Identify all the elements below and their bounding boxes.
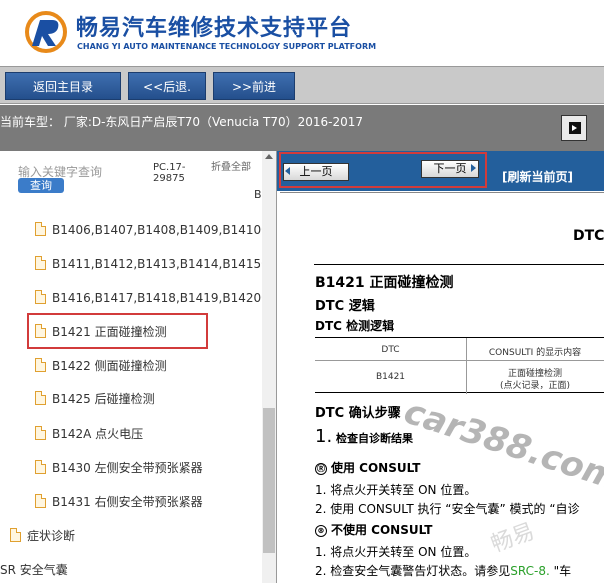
file-icon (35, 222, 46, 236)
tree-folder-label: 症状诊断 (27, 528, 76, 543)
instruction-line: 1. 将点火开关转至 ON 位置。 (315, 545, 477, 559)
tree-item[interactable]: B1422 侧面碰撞检测 (35, 355, 167, 375)
tree-folder-symptom[interactable]: 症状诊断 (10, 525, 75, 545)
tree-folder-srs[interactable]: SR 安全气囊 (0, 559, 68, 579)
tree-item[interactable]: B1431 右侧安全带预张紧器 (35, 491, 203, 511)
table-divider (315, 360, 604, 361)
cut-letter: B (254, 188, 262, 201)
file-icon (35, 460, 46, 474)
table-header: CONSULTI 的显示内容 (488, 348, 582, 358)
tree-item[interactable]: B1425 后碰撞检测 (35, 388, 155, 408)
step-text: 检查自诊断结果 (336, 432, 414, 445)
table-header: DTC (381, 345, 400, 355)
scroll-up-icon[interactable] (265, 154, 273, 159)
logo-icon (25, 11, 67, 53)
brand-name: 畅易汽车维修技术支持平台 (76, 16, 353, 41)
search-button[interactable]: 查询 (18, 178, 64, 193)
pc-code: PC.17-29875 (153, 162, 186, 184)
current-model: 当前车型： 厂家:D-东风日产启辰T70（Venucia T70）2016-20… (0, 115, 364, 129)
instruction-text: "车 (549, 564, 572, 578)
tree-item[interactable]: B142A 点火电压 (35, 423, 143, 443)
scrollbar-thumb[interactable] (263, 408, 275, 553)
file-icon (35, 426, 46, 440)
file-icon (10, 528, 21, 542)
file-icon (35, 358, 46, 372)
tree-item-label: B1431 右侧安全带预张紧器 (52, 494, 203, 509)
tree-item-label: B1416,B1417,B1418,B1419,B1420安 (52, 290, 274, 305)
back-button[interactable]: <<后退. (128, 72, 206, 100)
toggle-panel-button[interactable] (561, 115, 587, 141)
tree-item-label: B1430 左侧安全带预张紧器 (52, 460, 203, 475)
file-icon (35, 290, 46, 304)
section-heading: DTC 逻辑 (315, 299, 375, 314)
instruction-line: 2. 检查安全气囊警告灯状态。请参见SRC-8. "车 (315, 562, 571, 579)
pager-highlight (279, 152, 487, 188)
table-cell: (点火记录，正面) (499, 381, 571, 391)
forward-button[interactable]: >>前进 (213, 72, 295, 100)
nav-bar: 返回主目录 <<后退. >>前进 (0, 66, 604, 104)
tree-item-label: B1425 后碰撞检测 (52, 391, 155, 406)
file-icon (35, 391, 46, 405)
brand-subtitle: CHANG YI AUTO MAINTENANCE TECHNOLOGY SUP… (77, 42, 377, 51)
use-consult-label: 使用 CONSULT (331, 461, 421, 475)
tree-item[interactable]: B1406,B1407,B1408,B1409,B1410安 (35, 219, 273, 239)
no-consult-heading: ⊗ 不使用 CONSULT (315, 521, 432, 538)
section-heading: DTC 确认步骤 (315, 406, 401, 421)
no-consult-icon: ⊗ (315, 524, 327, 537)
instruction-line: 2. 使用 CONSULT 执行 “安全气囊” 模式的 “自诊 (315, 502, 580, 516)
dtc-header-corner: DTC (573, 228, 604, 244)
file-icon (35, 494, 46, 508)
doc-title: B1421 正面碰撞检测 (315, 275, 454, 291)
header: 畅易汽车维修技术支持平台 CHANG YI AUTO MAINTENANCE T… (0, 0, 604, 64)
selection-highlight (27, 313, 208, 349)
consult-icon: Ⓡ (315, 462, 327, 475)
no-consult-label: 不使用 CONSULT (331, 523, 433, 537)
refresh-page-link[interactable]: [刷新当前页] (502, 168, 573, 185)
back-main-button[interactable]: 返回主目录 (5, 72, 121, 100)
arrow-right-icon (572, 125, 577, 131)
tree-item[interactable]: B1416,B1417,B1418,B1419,B1420安 (35, 287, 273, 307)
tree-item[interactable]: B1430 左侧安全带预张紧器 (35, 457, 203, 477)
tree-item[interactable]: B1411,B1412,B1413,B1414,B1415安 (35, 253, 273, 273)
tree-folder-label: SR 安全气囊 (0, 562, 68, 577)
instruction-line: 1. 将点火开关转至 ON 位置。 (315, 483, 477, 497)
instruction-text: 2. 检查安全气囊警告灯状态。请参见 (315, 564, 511, 578)
car-info-bar: 当前车型： 厂家:D-东风日产启辰T70（Venucia T70）2016-20… (0, 105, 604, 151)
reference-link[interactable]: SRC-8. (510, 564, 550, 578)
table-cell: B1421 (375, 372, 406, 382)
tree-item-label: B1411,B1412,B1413,B1414,B1415安 (52, 256, 274, 271)
tree-item-label: B1406,B1407,B1408,B1409,B1410安 (52, 222, 274, 237)
divider (314, 264, 604, 265)
fold-all-button[interactable]: 折叠全部 (211, 162, 251, 173)
tree-item-label: B1422 侧面碰撞检测 (52, 358, 167, 373)
tree-item-label: B142A 点火电压 (52, 426, 144, 441)
dtc-table: DTC CONSULTI 的显示内容 B1421 正面碰撞检测 (点火记录，正面… (315, 337, 604, 394)
use-consult-heading: Ⓡ 使用 CONSULT (315, 459, 420, 476)
file-icon (35, 256, 46, 270)
step-number: 1. (315, 426, 333, 447)
section-heading: DTC 检测逻辑 (315, 319, 395, 333)
